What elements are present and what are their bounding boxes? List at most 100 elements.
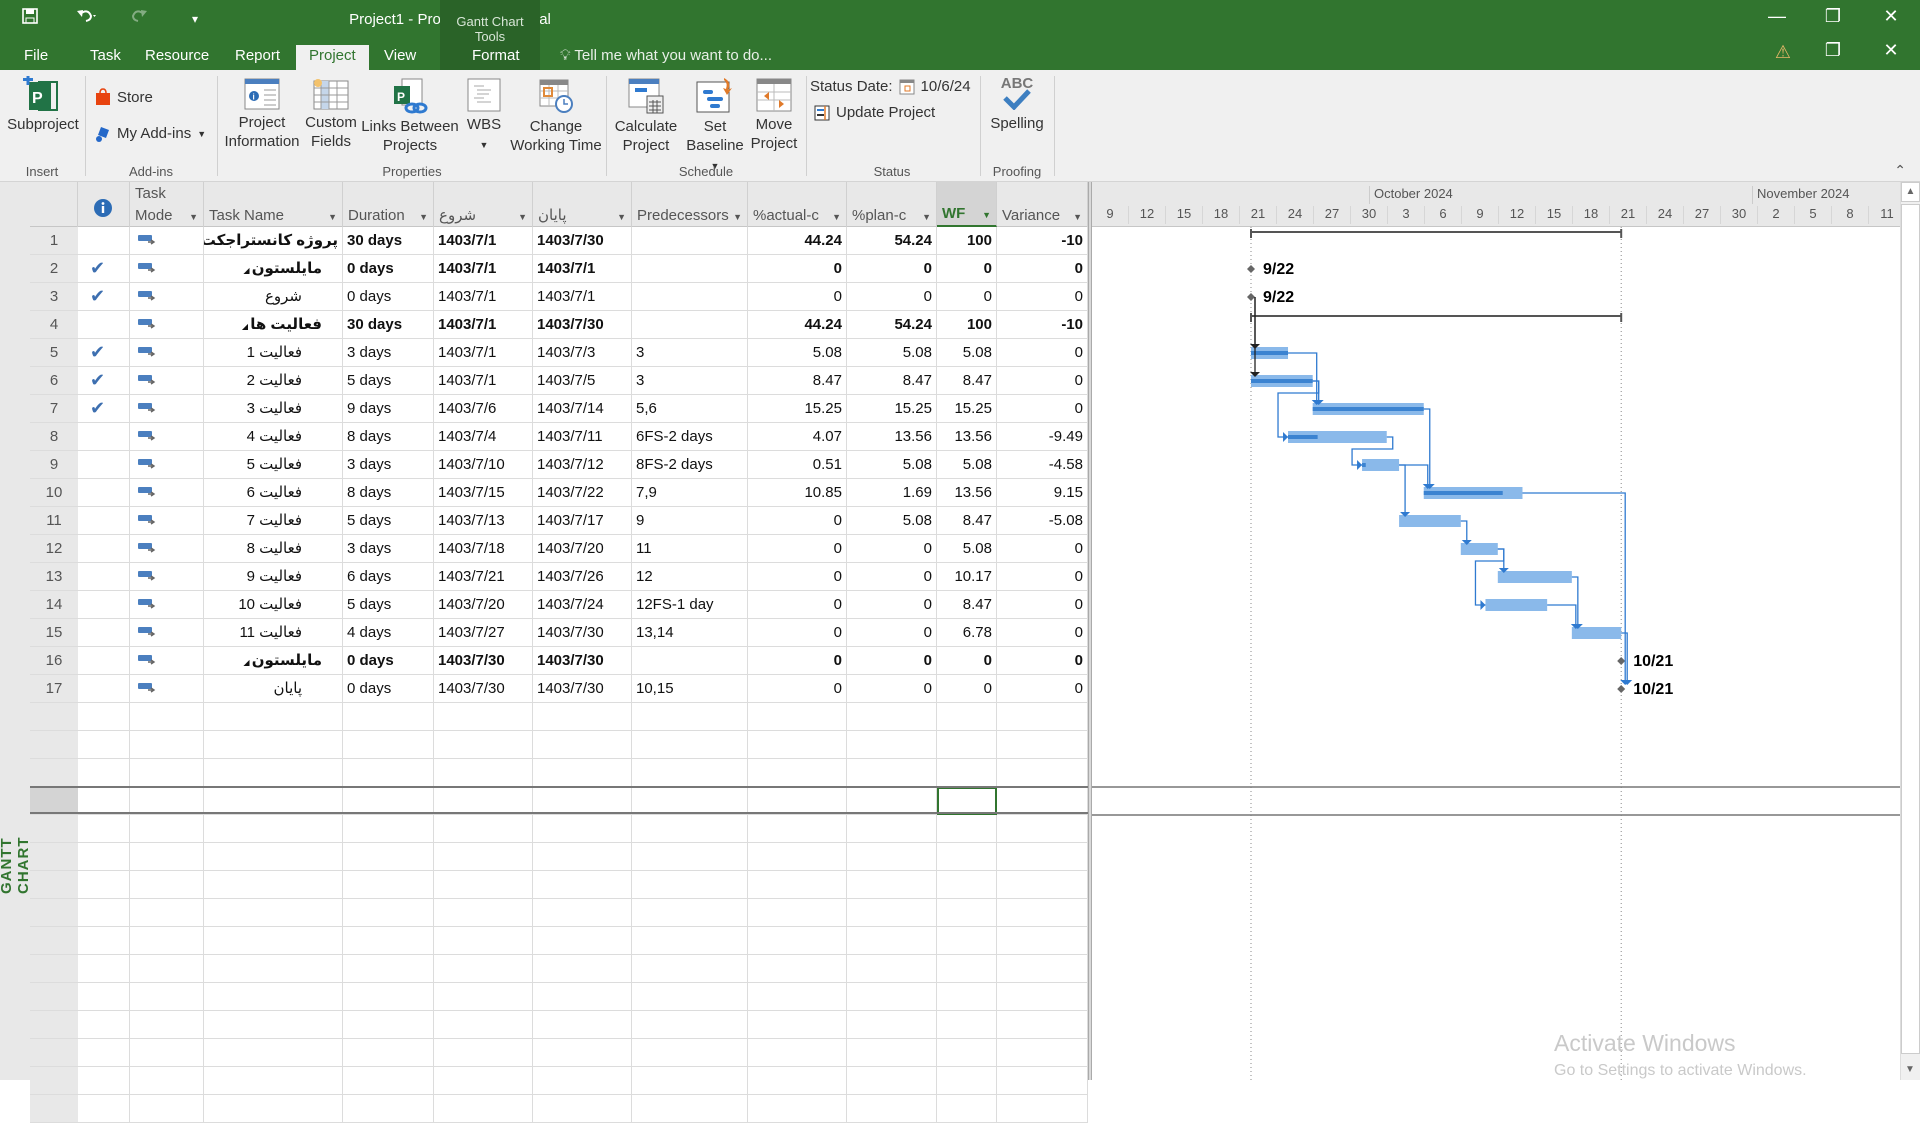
column-start[interactable]: شروع ▼	[434, 182, 533, 227]
cell-ind[interactable]	[78, 591, 130, 619]
cell-duration[interactable]: 9 days	[343, 395, 434, 423]
vertical-scrollbar[interactable]: ▲	[1900, 182, 1920, 1080]
task-progress-bar[interactable]	[1251, 379, 1313, 383]
cell-finish[interactable]	[533, 955, 632, 983]
restore-doc-icon[interactable]: ❐	[1818, 40, 1848, 61]
cell-start[interactable]	[434, 703, 533, 731]
row-number[interactable]	[30, 871, 78, 899]
status-date-field[interactable]: Status Date: 10/6/24	[810, 78, 971, 95]
cell-finish[interactable]: 1403/7/30	[533, 675, 632, 703]
cell-finish[interactable]: 1403/7/24	[533, 591, 632, 619]
cell-mode[interactable]	[130, 339, 204, 367]
cell-pred[interactable]	[632, 899, 748, 927]
cell-ind[interactable]	[78, 927, 130, 955]
tab-report[interactable]: Report	[227, 45, 288, 70]
cell-variance[interactable]: 0	[997, 619, 1088, 647]
row-number[interactable]	[30, 703, 78, 731]
cell-ind[interactable]	[78, 983, 130, 1011]
task-progress-bar[interactable]	[1362, 463, 1366, 467]
cell-variance[interactable]: 9.15	[997, 479, 1088, 507]
row-number[interactable]: 10	[30, 479, 78, 507]
cell-wf[interactable]	[937, 731, 997, 759]
cell-start[interactable]: 1403/7/18	[434, 535, 533, 563]
cell-name[interactable]	[204, 759, 343, 787]
cell-actual[interactable]: 0	[748, 563, 847, 591]
row-number[interactable]	[30, 899, 78, 927]
cell-start[interactable]	[434, 1011, 533, 1039]
cell-wf[interactable]: 5.08	[937, 339, 997, 367]
cell-finish[interactable]	[533, 1067, 632, 1095]
scroll-thumb[interactable]	[1901, 204, 1920, 1054]
cell-plan[interactable]: 13.56	[847, 423, 937, 451]
task-row[interactable]: فعالیت 75 days 1403/7/13 1403/7/17 9 0 5.08 8.…	[78, 507, 1088, 535]
cell-actual[interactable]	[748, 843, 847, 871]
cell-variance[interactable]	[997, 1011, 1088, 1039]
cell-start[interactable]: 1403/7/30	[434, 647, 533, 675]
cell-finish[interactable]: 1403/7/30	[533, 227, 632, 255]
scroll-down-icon[interactable]: ▼	[1900, 1060, 1920, 1080]
milestone-marker[interactable]	[1247, 293, 1255, 301]
row-number[interactable]	[30, 927, 78, 955]
cell-pred[interactable]: 11	[632, 535, 748, 563]
cell-actual[interactable]	[748, 927, 847, 955]
tell-me-search[interactable]: 💡︎ Tell me what you want to do...	[560, 47, 772, 64]
collapse-toggle-icon[interactable]: ◢	[243, 266, 251, 275]
cell-mode[interactable]	[130, 983, 204, 1011]
cell-actual[interactable]: 0	[748, 647, 847, 675]
task-row[interactable]: فعالیت 83 days 1403/7/18 1403/7/20 11 0 0 5.08…	[78, 535, 1088, 563]
cell-name[interactable]	[204, 1067, 343, 1095]
dropdown-arrow-icon[interactable]: ▼	[982, 210, 991, 220]
task-progress-bar[interactable]	[1251, 351, 1289, 355]
cell-actual[interactable]: 0.51	[748, 451, 847, 479]
cell-duration[interactable]: 6 days	[343, 563, 434, 591]
cell-duration[interactable]	[343, 1067, 434, 1095]
cell-pred[interactable]: 3	[632, 367, 748, 395]
empty-row[interactable]	[78, 955, 1088, 983]
cell-variance[interactable]	[997, 1095, 1088, 1123]
cell-mode[interactable]	[130, 507, 204, 535]
cell-finish[interactable]: 1403/7/12	[533, 451, 632, 479]
cell-name[interactable]	[204, 703, 343, 731]
cell-duration[interactable]	[343, 703, 434, 731]
cell-variance[interactable]: -4.58	[997, 451, 1088, 479]
cell-plan[interactable]: 54.24	[847, 227, 937, 255]
task-row[interactable]: فعالیت 96 days 1403/7/21 1403/7/26 12 0 0 10.1…	[78, 563, 1088, 591]
cell-wf[interactable]: 100	[937, 311, 997, 339]
cell-finish[interactable]	[533, 759, 632, 787]
cell-mode[interactable]	[130, 899, 204, 927]
cell-wf[interactable]: 13.56	[937, 479, 997, 507]
cell-wf[interactable]: 5.08	[937, 535, 997, 563]
cell-plan[interactable]: 1.69	[847, 479, 937, 507]
column-predecessors[interactable]: Predecessors ▼	[632, 182, 748, 227]
cell-actual[interactable]: 4.07	[748, 423, 847, 451]
cell-variance[interactable]	[997, 759, 1088, 787]
cell-name[interactable]: پروژه کانستراجکت ◢	[204, 227, 343, 255]
empty-row[interactable]	[78, 1095, 1088, 1123]
cell-ind[interactable]	[78, 899, 130, 927]
cell-actual[interactable]	[748, 1039, 847, 1067]
row-number[interactable]: 4	[30, 311, 78, 339]
cell-ind[interactable]	[78, 675, 130, 703]
cell-name[interactable]: فعالیت 10	[204, 591, 343, 619]
cell-pred[interactable]	[632, 843, 748, 871]
task-row[interactable]: ✔ فعالیت 25 days 1403/7/1 1403/7/5 3 8.47 8.47…	[78, 367, 1088, 395]
cell-duration[interactable]: 8 days	[343, 423, 434, 451]
cell-ind[interactable]	[78, 507, 130, 535]
cell-start[interactable]	[434, 843, 533, 871]
cell-variance[interactable]	[997, 871, 1088, 899]
cell-mode[interactable]	[130, 311, 204, 339]
cell-wf[interactable]	[937, 843, 997, 871]
cell-start[interactable]: 1403/7/1	[434, 367, 533, 395]
cell-pred[interactable]: 6FS-2 days	[632, 423, 748, 451]
cell-start[interactable]: 1403/7/27	[434, 619, 533, 647]
cell-ind[interactable]	[78, 647, 130, 675]
cell-pred[interactable]	[632, 647, 748, 675]
cell-mode[interactable]	[130, 451, 204, 479]
cell-ind[interactable]: ✔	[78, 367, 130, 395]
row-number[interactable]: 12	[30, 535, 78, 563]
cell-variance[interactable]: 0	[997, 255, 1088, 283]
cell-start[interactable]	[434, 955, 533, 983]
cell-plan[interactable]	[847, 1095, 937, 1123]
cell-actual[interactable]	[748, 759, 847, 787]
task-row[interactable]: پروژه کانستراجکت ◢30 days1403/7/11403/7/…	[78, 227, 1088, 255]
